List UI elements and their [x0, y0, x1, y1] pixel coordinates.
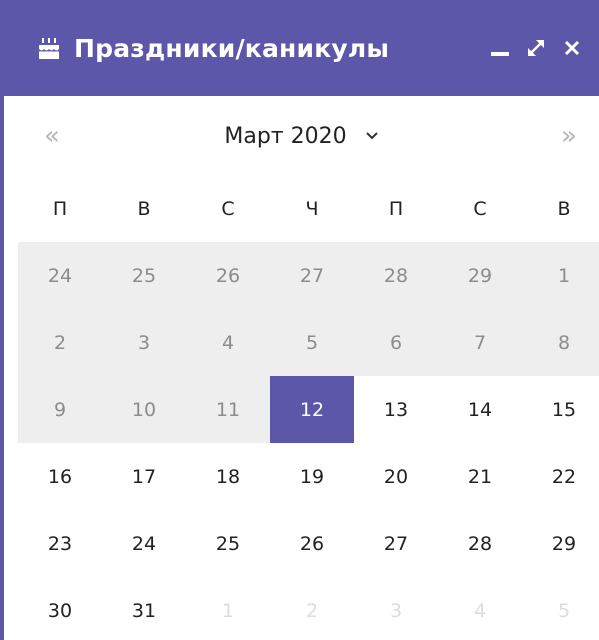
weekday-label: С — [221, 198, 235, 220]
minimize-icon[interactable] — [487, 35, 513, 61]
day-cell[interactable]: 2 — [18, 309, 102, 376]
cake-icon — [36, 35, 62, 61]
day-cell[interactable]: 5 — [522, 577, 599, 640]
weekday-label: Ч — [305, 198, 319, 220]
day-cell[interactable]: 6 — [354, 309, 438, 376]
widget-title: Праздники/каникулы — [74, 33, 390, 63]
day-cell[interactable]: 31 — [102, 577, 186, 640]
day-cell[interactable]: 24 — [102, 510, 186, 577]
day-cell[interactable]: 17 — [102, 443, 186, 510]
day-cell[interactable]: 20 — [354, 443, 438, 510]
day-cell[interactable]: 7 — [438, 309, 522, 376]
day-cell[interactable]: 16 — [18, 443, 102, 510]
day-cell[interactable]: 2 — [270, 577, 354, 640]
day-cell[interactable]: 5 — [270, 309, 354, 376]
weekday-header-row: П В С Ч П С В — [18, 176, 599, 242]
day-cell-today[interactable]: 12 — [270, 376, 354, 443]
day-cell[interactable]: 21 — [438, 443, 522, 510]
day-cell[interactable]: 26 — [186, 242, 270, 309]
maximize-icon[interactable] — [523, 35, 549, 61]
day-cell[interactable]: 29 — [438, 242, 522, 309]
day-cell[interactable]: 15 — [522, 376, 599, 443]
month-navigation: « Март 2020 » — [4, 96, 599, 176]
weekday-label: П — [52, 198, 68, 220]
weekday-label: В — [557, 198, 571, 220]
day-cell[interactable]: 23 — [18, 510, 102, 577]
day-cell[interactable]: 26 — [270, 510, 354, 577]
day-cell[interactable]: 25 — [102, 242, 186, 309]
day-cell[interactable]: 11 — [186, 376, 270, 443]
chevron-down-icon — [365, 131, 379, 141]
day-cell[interactable]: 13 — [354, 376, 438, 443]
calendar-days-grid: 24 25 26 27 28 29 1 2 3 4 5 6 7 8 9 10 11 12 13 14 15 16 17 18 1… — [18, 242, 599, 640]
day-cell[interactable]: 27 — [354, 510, 438, 577]
widget-titlebar: Праздники/каникулы — [0, 0, 599, 96]
month-select[interactable]: Март 2020 — [4, 96, 599, 176]
day-cell[interactable]: 8 — [522, 309, 599, 376]
day-cell[interactable]: 9 — [18, 376, 102, 443]
day-cell[interactable]: 22 — [522, 443, 599, 510]
day-cell[interactable]: 4 — [186, 309, 270, 376]
day-cell[interactable]: 18 — [186, 443, 270, 510]
day-cell[interactable]: 1 — [186, 577, 270, 640]
weekday-label: С — [473, 198, 487, 220]
day-cell[interactable]: 29 — [522, 510, 599, 577]
close-icon[interactable] — [559, 35, 585, 61]
day-cell[interactable]: 3 — [354, 577, 438, 640]
holidays-calendar-widget: Праздники/каникулы « Март 2020 » П В С Ч… — [0, 0, 599, 640]
day-cell[interactable]: 28 — [354, 242, 438, 309]
day-cell[interactable]: 3 — [102, 309, 186, 376]
day-cell[interactable]: 10 — [102, 376, 186, 443]
day-cell[interactable]: 4 — [438, 577, 522, 640]
day-cell[interactable]: 1 — [522, 242, 599, 309]
month-label: Март 2020 — [224, 123, 347, 149]
weekday-label: П — [388, 198, 404, 220]
window-controls — [487, 0, 585, 96]
day-cell[interactable]: 25 — [186, 510, 270, 577]
day-cell[interactable]: 30 — [18, 577, 102, 640]
next-month-button[interactable]: » — [539, 96, 599, 176]
weekday-label: В — [137, 198, 151, 220]
day-cell[interactable]: 19 — [270, 443, 354, 510]
day-cell[interactable]: 14 — [438, 376, 522, 443]
day-cell[interactable]: 28 — [438, 510, 522, 577]
day-cell[interactable]: 27 — [270, 242, 354, 309]
day-cell[interactable]: 24 — [18, 242, 102, 309]
